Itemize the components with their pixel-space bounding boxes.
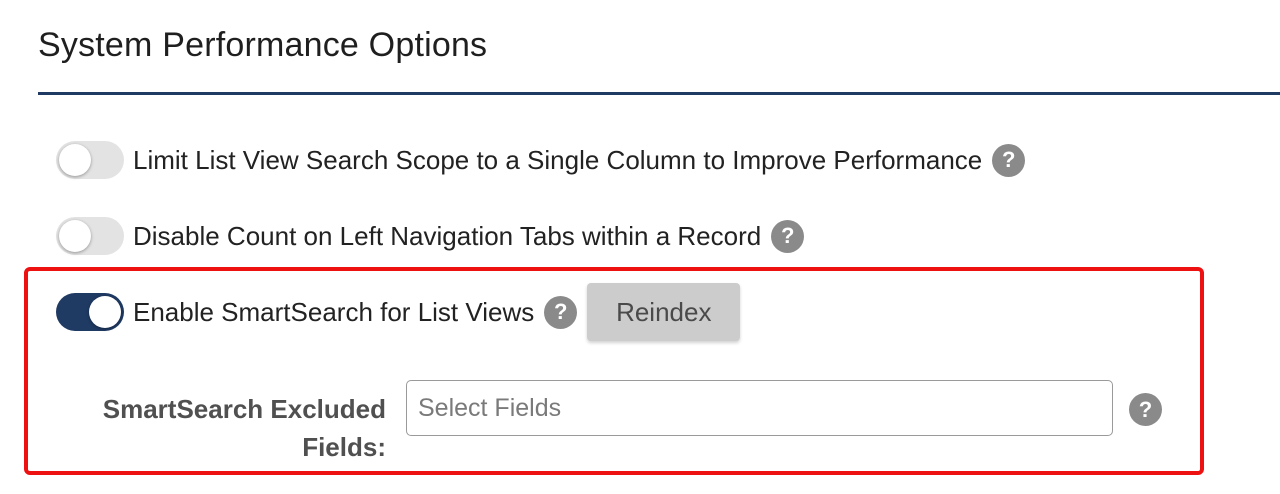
enable-smartsearch-label: Enable SmartSearch for List Views — [133, 296, 535, 327]
system-performance-options-panel: System Performance Options Limit List Vi… — [0, 0, 1280, 494]
option-row-enable-smartsearch: Enable SmartSearch for List Views ? Rein… — [56, 283, 741, 341]
enable-smartsearch-toggle[interactable] — [56, 293, 124, 331]
smartsearch-excluded-fields-label: SmartSearch Excluded Fields: — [102, 394, 386, 462]
option-row-limit-search-scope: Limit List View Search Scope to a Single… — [56, 140, 1026, 180]
toggle-knob — [59, 144, 91, 176]
reindex-button[interactable]: Reindex — [587, 283, 741, 341]
select-fields-input[interactable] — [406, 380, 1113, 436]
page-title: System Performance Options — [38, 26, 488, 64]
limit-search-scope-label: Limit List View Search Scope to a Single… — [133, 144, 983, 175]
question-circle-icon[interactable]: ? — [771, 219, 805, 253]
toggle-knob — [59, 220, 91, 252]
toggle-knob — [89, 296, 121, 328]
question-circle-icon[interactable]: ? — [1129, 393, 1162, 426]
option-row-disable-count: Disable Count on Left Navigation Tabs wi… — [56, 216, 805, 256]
question-circle-icon[interactable]: ? — [544, 295, 578, 329]
title-divider — [38, 92, 1280, 95]
limit-search-scope-toggle[interactable] — [56, 141, 124, 179]
disable-count-toggle[interactable] — [56, 217, 124, 255]
question-circle-icon[interactable]: ? — [992, 143, 1026, 177]
disable-count-label: Disable Count on Left Navigation Tabs wi… — [133, 220, 762, 251]
